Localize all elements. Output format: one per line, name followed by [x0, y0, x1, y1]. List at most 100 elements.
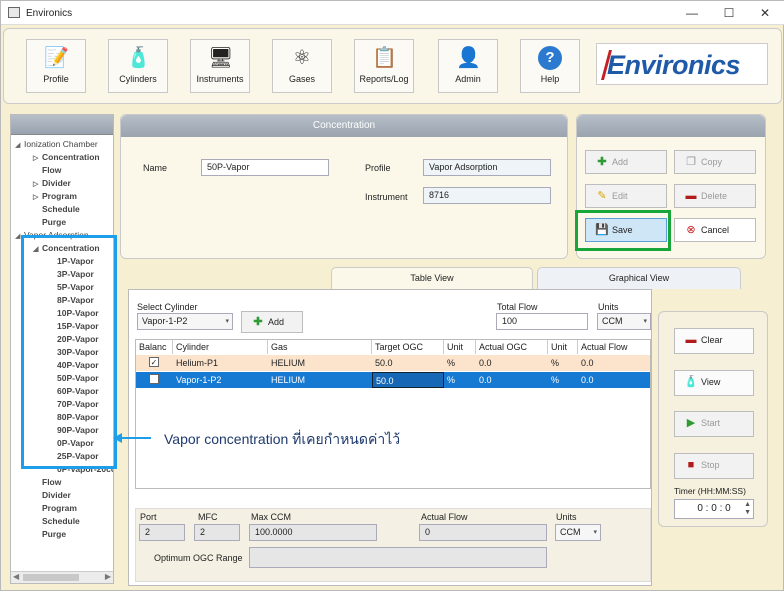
gases-button[interactable]: ⚛ Gases — [272, 39, 332, 93]
optimum-ogc-range-label: Optimum OGC Range — [154, 553, 243, 563]
timer-field[interactable]: 0 : 0 : 0 ▲ ▼ — [674, 499, 754, 519]
collapse-arrow-icon[interactable]: ▷ — [33, 193, 42, 201]
scroll-thumb[interactable] — [23, 574, 79, 581]
clear-button[interactable]: ▬ Clear — [674, 328, 754, 354]
logo-text: Environics — [607, 50, 741, 80]
cylinder-cell: Vapor-1-P2 — [176, 375, 222, 385]
port-label: Port — [140, 512, 157, 522]
scroll-left-icon[interactable]: ◀ — [13, 572, 19, 581]
help-button[interactable]: ? Help — [520, 39, 580, 93]
column-header-balance[interactable]: Balanc — [136, 340, 173, 354]
column-header-actual-flow[interactable]: Actual Flow — [578, 340, 650, 354]
timer-separator: : — [719, 503, 723, 514]
cylinders-button[interactable]: 🧴 Cylinders — [108, 39, 168, 93]
cylinder-icon: 🧴 — [684, 376, 698, 388]
reports-log-button[interactable]: 📋 Reports/Log — [354, 39, 414, 93]
profile-field: Vapor Adsorption — [423, 159, 551, 176]
collapse-arrow-icon[interactable]: ▷ — [33, 180, 42, 188]
plus-icon: ✚ — [597, 156, 607, 168]
unit-cell: % — [447, 358, 456, 368]
close-button[interactable]: ✕ — [756, 4, 774, 22]
add-label: Add — [612, 157, 629, 167]
column-header-unit[interactable]: Unit — [444, 340, 476, 354]
profile-button[interactable]: 📝 Profile — [26, 39, 86, 93]
stop-button[interactable]: ■ Stop — [674, 453, 754, 479]
maximize-button[interactable]: ☐ — [720, 4, 738, 22]
spin-arrows-icon[interactable]: ▲ ▼ — [744, 501, 751, 517]
units-dropdown[interactable]: CCM ▾ — [597, 313, 651, 330]
tree-node-schedule[interactable]: Schedule — [42, 204, 80, 214]
concentration-panel: Concentration Name 50P-Vapor Profile Vap… — [120, 114, 568, 259]
cancel-button[interactable]: ⊗ Cancel — [674, 218, 756, 242]
tree-horizontal-scrollbar[interactable]: ◀ ▶ — [11, 571, 113, 583]
mfc-field: 2 — [194, 524, 240, 541]
start-button[interactable]: ▶ Start — [674, 411, 754, 437]
tree-node-vapor-purge[interactable]: Purge — [42, 529, 66, 539]
expand-arrow-icon[interactable]: ◢ — [15, 141, 24, 149]
save-highlight — [575, 210, 671, 251]
balance-checkbox[interactable]: ✓ — [149, 357, 159, 367]
tree-node-vapor-flow[interactable]: Flow — [42, 477, 61, 487]
table-row[interactable]: Vapor-1-P2 HELIUM 50.0 % 0.0 % 0.0 — [136, 372, 650, 388]
clear-label: Clear — [701, 335, 723, 345]
details-units-dropdown[interactable]: CCM ▾ — [555, 524, 601, 541]
tree-node-program[interactable]: ▷ Program — [33, 191, 77, 201]
profile-label: Profile — [43, 74, 69, 84]
delete-button[interactable]: ▬ Delete — [674, 184, 756, 208]
minus-icon: ▬ — [685, 334, 697, 346]
tree-node-vapor-schedule[interactable]: Schedule — [42, 516, 80, 526]
tab-table-view[interactable]: Table View — [331, 267, 533, 289]
annotation-text: Vapor concentration ที่เคยกำหนดค่าไว้ — [164, 431, 401, 447]
concentration-header: Concentration — [121, 115, 567, 137]
actual-ogc-cell: 0.0 — [479, 358, 492, 368]
scroll-right-icon[interactable]: ▶ — [105, 572, 111, 581]
timer-hours: 0 — [697, 503, 703, 514]
tree-node-label: Divider — [42, 178, 71, 188]
name-field[interactable]: 50P-Vapor — [201, 159, 329, 176]
tree-node-flow[interactable]: Flow — [42, 165, 61, 175]
tab-graphical-view[interactable]: Graphical View — [537, 267, 741, 289]
minimize-button[interactable]: — — [683, 4, 701, 22]
edit-button[interactable]: ✎ Edit — [585, 184, 667, 208]
target-ogc-cell[interactable]: 50.0 — [372, 372, 444, 388]
tree-node-concentration[interactable]: ▷ Concentration — [33, 152, 100, 162]
tree-node-ionization-chamber[interactable]: ◢ Ionization Chamber — [15, 139, 98, 149]
column-header-unit[interactable]: Unit — [548, 340, 578, 354]
environics-logo: Environics — [596, 43, 768, 85]
tree-node-label: Program — [42, 191, 77, 201]
stop-label: Stop — [701, 460, 720, 470]
column-header-gas[interactable]: Gas — [268, 340, 372, 354]
add-cylinder-label: Add — [268, 317, 285, 327]
units-value: CCM — [602, 316, 623, 326]
tree-node-divider[interactable]: ▷ Divider — [33, 178, 71, 188]
column-header-target-ogc[interactable]: Target OGC — [372, 340, 444, 354]
view-button[interactable]: 🧴 View — [674, 370, 754, 396]
port-field: 2 — [139, 524, 185, 541]
select-cylinder-dropdown[interactable]: Vapor-1-P2 ▾ — [137, 313, 233, 330]
cylinder-table: Balanc Cylinder Gas Target OGC Unit Actu… — [135, 339, 651, 489]
chevron-down-icon: ▾ — [643, 318, 647, 325]
total-flow-field[interactable]: 100 — [496, 313, 588, 330]
details-units-label: Units — [556, 512, 577, 522]
clipboard-icon: 📋 — [372, 47, 397, 69]
tree-node-vapor-program[interactable]: Program — [42, 503, 77, 513]
copy-button[interactable]: ❐ Copy — [674, 150, 756, 174]
collapse-arrow-icon[interactable]: ▷ — [33, 154, 42, 162]
column-header-cylinder[interactable]: Cylinder — [173, 340, 268, 354]
pencil-icon: ✎ — [597, 190, 607, 202]
instrument-field: 8716 — [423, 187, 551, 204]
cancel-icon: ⊗ — [686, 224, 696, 236]
cylinder-cell: Helium-P1 — [173, 355, 268, 371]
admin-button[interactable]: 👤 Admin — [438, 39, 498, 93]
add-cylinder-button[interactable]: ✚ Add — [241, 311, 303, 333]
mfc-label: MFC — [198, 512, 218, 522]
add-button[interactable]: ✚ Add — [585, 150, 667, 174]
tree-node-vapor-divider[interactable]: Divider — [42, 490, 71, 500]
table-row[interactable]: ✓ Helium-P1 HELIUM 50.0 % 0.0 % 0.0 — [136, 355, 650, 371]
instruments-button[interactable]: 🖥 Instruments — [190, 39, 250, 93]
column-header-actual-ogc[interactable]: Actual OGC — [476, 340, 548, 354]
tree-node-purge[interactable]: Purge — [42, 217, 66, 227]
target-ogc-cell[interactable]: 50.0 — [372, 355, 444, 371]
delete-label: Delete — [701, 191, 728, 201]
balance-checkbox[interactable] — [149, 374, 159, 384]
